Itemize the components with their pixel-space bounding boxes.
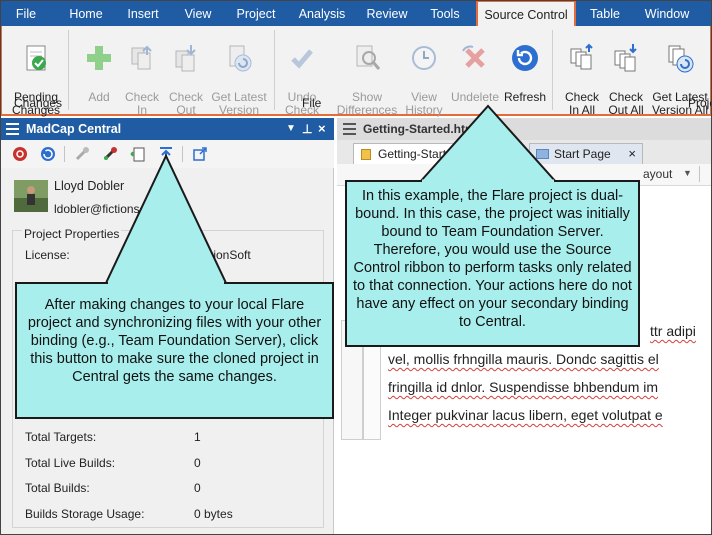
callout-pointer-joins: [108, 179, 554, 285]
